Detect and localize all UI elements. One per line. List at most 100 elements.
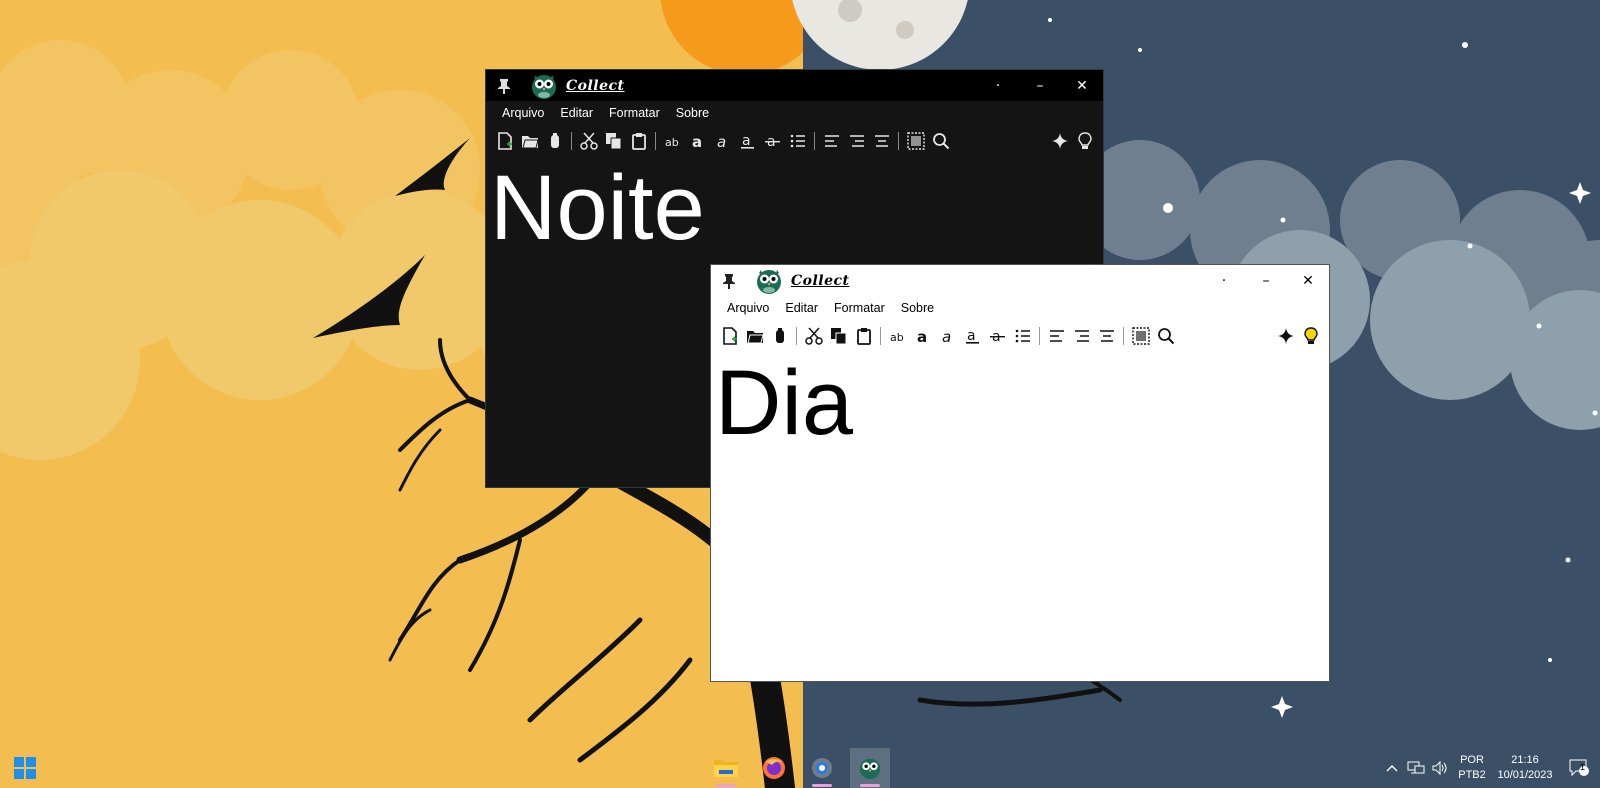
align-right-button[interactable] bbox=[1069, 324, 1094, 348]
menu-sobre[interactable]: Sobre bbox=[893, 301, 942, 315]
start-button[interactable] bbox=[10, 748, 40, 788]
select-all-icon bbox=[906, 132, 925, 150]
align-center-icon bbox=[1099, 330, 1114, 342]
align-left-button[interactable] bbox=[1044, 324, 1069, 348]
paste-button[interactable] bbox=[626, 129, 651, 153]
paste-icon bbox=[631, 133, 646, 150]
open-file-button[interactable] bbox=[517, 129, 542, 153]
copy-icon bbox=[830, 328, 846, 345]
lightbulb-button[interactable] bbox=[1072, 129, 1097, 153]
toolbar-separator bbox=[796, 327, 797, 345]
windows-logo-icon bbox=[14, 757, 36, 779]
volume-icon[interactable] bbox=[1428, 748, 1452, 788]
save-button[interactable] bbox=[542, 129, 567, 153]
menu-editar[interactable]: Editar bbox=[777, 301, 826, 315]
title-bar[interactable]: Collect · – ✕ bbox=[486, 70, 1103, 101]
bold-button[interactable]: a bbox=[685, 129, 710, 153]
tray-expand-chevron-icon[interactable] bbox=[1382, 748, 1402, 788]
bold-icon: a bbox=[917, 328, 927, 345]
taskbar-file-explorer[interactable] bbox=[706, 748, 746, 788]
clock-date: 10/01/2023 bbox=[1497, 769, 1553, 781]
align-right-button[interactable] bbox=[844, 129, 869, 153]
close-button[interactable]: ✕ bbox=[1287, 265, 1329, 296]
document-text[interactable]: Dia bbox=[715, 353, 853, 453]
align-center-button[interactable] bbox=[1094, 324, 1119, 348]
underline-button[interactable]: a bbox=[960, 324, 985, 348]
paste-button[interactable] bbox=[851, 324, 876, 348]
underline-button[interactable]: a bbox=[735, 129, 760, 153]
new-file-button[interactable] bbox=[492, 129, 517, 153]
menu-formatar[interactable]: Formatar bbox=[601, 106, 668, 120]
italic-button[interactable]: a bbox=[710, 129, 735, 153]
notification-icon bbox=[1569, 759, 1589, 777]
title-bar[interactable]: Collect · – ✕ bbox=[711, 265, 1329, 296]
select-all-button[interactable] bbox=[903, 129, 928, 153]
underline-icon: a bbox=[965, 328, 979, 344]
toolbar-separator bbox=[1123, 327, 1124, 345]
bold-button[interactable]: a bbox=[910, 324, 935, 348]
search-button[interactable] bbox=[1153, 324, 1178, 348]
minimize-button[interactable]: – bbox=[1019, 70, 1061, 101]
minimize-button[interactable]: – bbox=[1245, 265, 1287, 296]
cut-button[interactable] bbox=[801, 324, 826, 348]
align-left-button[interactable] bbox=[819, 129, 844, 153]
network-icon[interactable] bbox=[1404, 748, 1428, 788]
menu-editar[interactable]: Editar bbox=[552, 106, 601, 120]
toolbar: ab a a a a bbox=[486, 127, 1103, 155]
sparkle-button[interactable] bbox=[1047, 129, 1072, 153]
svg-text:a: a bbox=[967, 328, 976, 344]
collect-app-icon bbox=[859, 758, 881, 780]
open-file-button[interactable] bbox=[742, 324, 767, 348]
bullet-list-button[interactable] bbox=[1010, 324, 1035, 348]
pin-icon[interactable] bbox=[719, 271, 739, 291]
select-all-button[interactable] bbox=[1128, 324, 1153, 348]
taskbar-collect[interactable] bbox=[850, 748, 890, 788]
search-button[interactable] bbox=[928, 129, 953, 153]
language-code: POR bbox=[1460, 754, 1484, 766]
app-title: Collect bbox=[566, 77, 625, 94]
strikethrough-button[interactable]: a bbox=[985, 324, 1010, 348]
lightbulb-button[interactable] bbox=[1298, 324, 1323, 348]
italic-button[interactable]: a bbox=[935, 324, 960, 348]
dot-button[interactable]: · bbox=[977, 70, 1019, 101]
save-icon bbox=[775, 328, 784, 343]
taskbar-firefox[interactable] bbox=[754, 748, 794, 788]
bullet-list-button[interactable] bbox=[785, 129, 810, 153]
pin-icon[interactable] bbox=[494, 76, 514, 96]
taskbar-settings[interactable] bbox=[802, 748, 842, 788]
menu-arquivo[interactable]: Arquivo bbox=[719, 301, 777, 315]
document-text[interactable]: Noite bbox=[490, 158, 705, 258]
copy-button[interactable] bbox=[826, 324, 851, 348]
align-center-icon bbox=[874, 135, 889, 147]
menu-arquivo[interactable]: Arquivo bbox=[494, 106, 552, 120]
toolbar-separator bbox=[814, 132, 815, 150]
toolbar-separator bbox=[1039, 327, 1040, 345]
align-center-button[interactable] bbox=[869, 129, 894, 153]
menu-bar: Arquivo Editar Formatar Sobre bbox=[486, 101, 1103, 125]
menu-sobre[interactable]: Sobre bbox=[668, 106, 717, 120]
new-file-icon bbox=[722, 327, 737, 345]
new-file-button[interactable] bbox=[717, 324, 742, 348]
search-icon bbox=[932, 133, 949, 150]
bullet-list-icon bbox=[1015, 329, 1030, 343]
menu-formatar[interactable]: Formatar bbox=[826, 301, 893, 315]
strikethrough-button[interactable]: a bbox=[760, 129, 785, 153]
save-button[interactable] bbox=[767, 324, 792, 348]
keyboard-layout: PTB2 bbox=[1458, 769, 1486, 781]
align-right-icon bbox=[849, 135, 864, 147]
close-button[interactable]: ✕ bbox=[1061, 70, 1103, 101]
copy-button[interactable] bbox=[601, 129, 626, 153]
notification-count: 1 bbox=[1580, 762, 1586, 772]
cut-button[interactable] bbox=[576, 129, 601, 153]
dot-button[interactable]: · bbox=[1203, 265, 1245, 296]
strikethrough-icon: a bbox=[989, 329, 1005, 345]
sparkle-button[interactable] bbox=[1273, 324, 1298, 348]
toolbar-separator bbox=[898, 132, 899, 150]
collect-window-light: Collect · – ✕ Arquivo Editar Formatar So… bbox=[710, 264, 1330, 682]
notifications-button[interactable]: 1 bbox=[1564, 748, 1594, 788]
font-button[interactable]: ab bbox=[885, 324, 910, 348]
font-button[interactable]: ab bbox=[660, 129, 685, 153]
language-indicator[interactable]: POR PTB2 bbox=[1452, 748, 1492, 788]
open-file-icon bbox=[521, 136, 539, 149]
clock[interactable]: 21:16 10/01/2023 bbox=[1492, 748, 1558, 788]
